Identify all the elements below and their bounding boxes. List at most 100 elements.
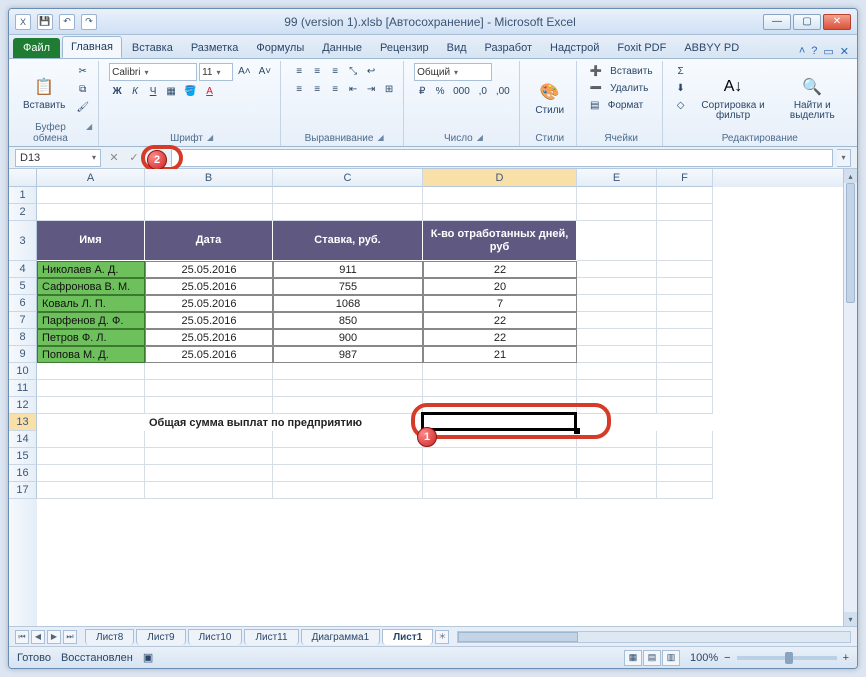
tab-foxit[interactable]: Foxit PDF <box>609 38 674 58</box>
currency-icon[interactable]: ₽ <box>414 83 430 99</box>
scroll-thumb[interactable] <box>846 183 855 303</box>
format-painter-icon[interactable]: 🖌 <box>73 99 92 115</box>
table-cell[interactable]: Попова М. Д. <box>37 346 145 363</box>
align-bottom-icon[interactable]: ≡ <box>327 63 343 79</box>
cells-area[interactable]: Имя Дата Ставка, руб. К-во отработанных … <box>37 187 843 626</box>
row-header-13[interactable]: 13 <box>9 414 37 431</box>
minimize-ribbon-icon[interactable]: ˄ <box>799 45 805 58</box>
tab-developer[interactable]: Разработ <box>477 38 540 58</box>
scroll-up-icon[interactable]: ▴ <box>844 169 857 183</box>
scroll-down-icon[interactable]: ▾ <box>844 612 857 626</box>
select-all-corner[interactable] <box>9 169 37 187</box>
italic-icon[interactable]: К <box>127 83 143 99</box>
vertical-scrollbar[interactable]: ▴ ▾ <box>843 169 857 626</box>
table-cell[interactable]: 900 <box>273 329 423 346</box>
table-cell[interactable]: 22 <box>423 329 577 346</box>
inc-decimal-icon[interactable]: ,0 <box>475 83 491 99</box>
zoom-control[interactable]: 100% − + <box>690 652 849 664</box>
copy-icon[interactable]: ⧉ <box>73 81 92 97</box>
row-header-8[interactable]: 8 <box>9 329 37 346</box>
horizontal-scrollbar[interactable] <box>457 631 851 643</box>
table-cell[interactable]: Коваль Л. П. <box>37 295 145 312</box>
tab-insert[interactable]: Вставка <box>124 38 181 58</box>
col-header-B[interactable]: B <box>145 169 273 187</box>
align-middle-icon[interactable]: ≡ <box>309 63 325 79</box>
table-cell[interactable]: 987 <box>273 346 423 363</box>
tab-abbyy[interactable]: ABBYY PD <box>676 38 747 58</box>
border-icon[interactable]: ▦ <box>163 83 179 99</box>
align-top-icon[interactable]: ≡ <box>291 63 307 79</box>
sheet-tab[interactable]: Лист10 <box>188 629 243 645</box>
zoom-out-icon[interactable]: − <box>724 652 730 664</box>
zoom-in-icon[interactable]: + <box>843 652 849 664</box>
tab-review[interactable]: Рецензир <box>372 38 437 58</box>
fill-icon[interactable]: ⬇ <box>673 80 689 96</box>
doc-close-icon[interactable]: ✕ <box>840 45 849 58</box>
tab-data[interactable]: Данные <box>314 38 370 58</box>
row-header-10[interactable]: 10 <box>9 363 37 380</box>
hscroll-thumb[interactable] <box>458 632 578 642</box>
tab-formulas[interactable]: Формулы <box>248 38 312 58</box>
table-cell[interactable]: 25.05.2016 <box>145 312 273 329</box>
row-header-4[interactable]: 4 <box>9 261 37 278</box>
table-cell[interactable]: 25.05.2016 <box>145 329 273 346</box>
sort-filter-button[interactable]: A↓ Сортировка и фильтр <box>693 63 774 133</box>
merge-icon[interactable]: ⊞ <box>381 81 397 97</box>
row-header-6[interactable]: 6 <box>9 295 37 312</box>
sheet-tab-active[interactable]: Лист1 <box>382 629 433 645</box>
row-header-9[interactable]: 9 <box>9 346 37 363</box>
paste-button[interactable]: 📋 Вставить <box>19 63 69 122</box>
delete-cells-icon[interactable]: ➖ <box>587 80 605 96</box>
insert-function-button for fx-icon[interactable]: fx <box>145 149 163 167</box>
row-header-7[interactable]: 7 <box>9 312 37 329</box>
font-color-icon[interactable]: A <box>202 83 218 99</box>
macro-record-icon[interactable]: ▣ <box>143 651 153 664</box>
indent-dec-icon[interactable]: ⇤ <box>345 81 361 97</box>
font-size-combo[interactable]: 11▾ <box>199 63 233 81</box>
dec-decimal-icon[interactable]: ,00 <box>493 83 513 99</box>
insert-cells-icon[interactable]: ➕ <box>587 63 605 79</box>
table-cell[interactable]: 25.05.2016 <box>145 278 273 295</box>
tab-addins[interactable]: Надстрой <box>542 38 607 58</box>
row-header-2[interactable]: 2 <box>9 204 37 221</box>
sheet-nav-prev-icon[interactable]: ◀ <box>31 630 45 644</box>
tab-view[interactable]: Вид <box>439 38 475 58</box>
table-cell[interactable]: Парфенов Д. Ф. <box>37 312 145 329</box>
new-sheet-icon[interactable]: ＊ <box>435 630 449 644</box>
col-header-F[interactable]: F <box>657 169 713 187</box>
worksheet-grid[interactable]: A B C D E F 1 2 3 4 5 6 7 8 9 10 11 12 1… <box>9 169 857 626</box>
orientation-icon[interactable]: ⤡ <box>345 63 361 79</box>
cancel-formula-icon[interactable]: ✕ <box>105 149 123 167</box>
clipboard-launcher-icon[interactable]: ◢ <box>86 122 92 144</box>
col-header-C[interactable]: C <box>273 169 423 187</box>
row-header-17[interactable]: 17 <box>9 482 37 499</box>
minimize-button[interactable]: — <box>763 14 791 30</box>
sheet-tab[interactable]: Лист11 <box>244 629 298 645</box>
wrap-text-icon[interactable]: ↩ <box>363 63 379 79</box>
enter-formula-icon[interactable]: ✓ <box>125 149 143 167</box>
format-cells-button[interactable]: Формат <box>605 97 647 113</box>
sheet-nav-last-icon[interactable]: ⏭ <box>63 630 77 644</box>
help-icon[interactable]: ? <box>811 45 817 58</box>
styles-button[interactable]: 🎨 Стили <box>530 63 570 133</box>
table-cell[interactable]: 1068 <box>273 295 423 312</box>
close-button[interactable]: ✕ <box>823 14 851 30</box>
font-name-combo[interactable]: Calibri▾ <box>109 63 197 81</box>
format-cells-icon[interactable]: ▤ <box>587 97 603 113</box>
tab-home[interactable]: Главная <box>62 36 122 58</box>
sheet-nav-first-icon[interactable]: ⏮ <box>15 630 29 644</box>
maximize-button[interactable]: ▢ <box>793 14 821 30</box>
grow-font-icon[interactable]: A˄ <box>235 63 254 79</box>
doc-restore-icon[interactable]: ▭ <box>823 45 833 58</box>
view-layout-icon[interactable]: ▤ <box>643 650 661 666</box>
table-cell[interactable]: 7 <box>423 295 577 312</box>
row-header-5[interactable]: 5 <box>9 278 37 295</box>
row-header-3[interactable]: 3 <box>9 221 37 261</box>
file-tab[interactable]: Файл <box>13 38 60 58</box>
table-cell[interactable]: 911 <box>273 261 423 278</box>
expand-formula-bar-icon[interactable]: ▾ <box>837 149 851 167</box>
table-cell[interactable]: 25.05.2016 <box>145 346 273 363</box>
table-cell[interactable]: Николаев А. Д. <box>37 261 145 278</box>
redo-icon[interactable]: ↷ <box>81 14 97 30</box>
find-select-button[interactable]: 🔍 Найти и выделить <box>778 63 847 133</box>
